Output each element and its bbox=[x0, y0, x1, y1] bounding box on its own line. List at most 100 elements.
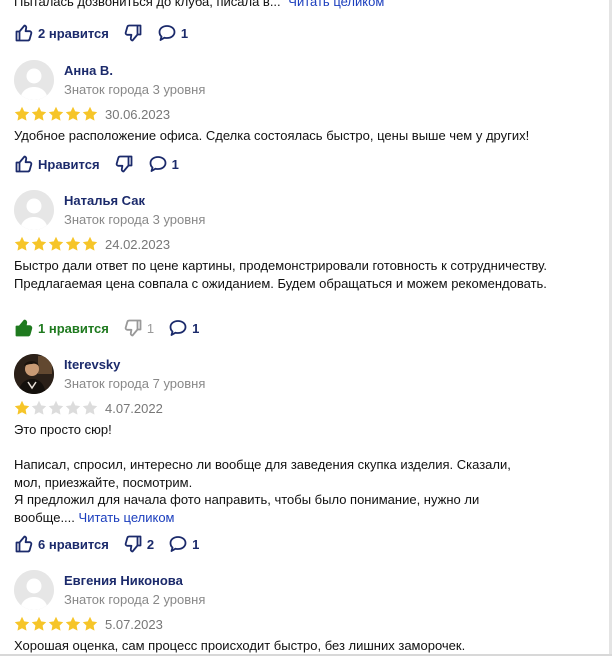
star-icon bbox=[48, 400, 64, 415]
like-count: 1 нравится bbox=[38, 320, 109, 336]
like-button[interactable]: 1 нравится bbox=[14, 318, 109, 338]
like-count: 2 нравится bbox=[38, 25, 109, 41]
thumb-up-icon bbox=[15, 535, 33, 553]
thumb-down-icon bbox=[124, 535, 142, 553]
review-date: 5.07.2023 bbox=[105, 617, 163, 632]
default-avatar-icon bbox=[14, 190, 54, 230]
review-text: Это просто сюр! Написал, спросил, интере… bbox=[14, 421, 524, 526]
review-text: Хорошая оценка, сам процесс происходит б… bbox=[14, 637, 554, 655]
review-actions: 6 нравится 2 1 bbox=[14, 533, 199, 555]
speech-bubble-icon bbox=[169, 320, 187, 336]
star-icon bbox=[65, 236, 81, 251]
author-level: Знаток города 2 уровня bbox=[64, 592, 206, 607]
star-icon bbox=[31, 616, 47, 631]
star-icon bbox=[31, 236, 47, 251]
paragraph-spacer bbox=[14, 439, 524, 457]
star-icon bbox=[65, 400, 81, 415]
star-icon bbox=[82, 400, 98, 415]
star-icon bbox=[48, 236, 64, 251]
rating-stars bbox=[14, 616, 99, 632]
review-text: Удобное расположение офиса. Сделка состо… bbox=[14, 127, 554, 145]
star-icon bbox=[14, 400, 30, 415]
speech-bubble-icon bbox=[149, 156, 166, 172]
comment-count: 1 bbox=[192, 320, 200, 336]
comment-button[interactable]: 1 bbox=[148, 154, 179, 174]
review-paragraph: Удобное расположение офиса. Сделка состо… bbox=[14, 128, 530, 143]
review-card: Анна В. Знаток города 3 уровня 30.06.202… bbox=[0, 60, 608, 185]
dislike-button[interactable]: 2 bbox=[123, 534, 154, 554]
star-icon bbox=[65, 106, 81, 121]
review-card: Iterevsky Знаток города 7 уровня 4.07.20… bbox=[0, 354, 608, 564]
comment-count: 1 bbox=[192, 536, 200, 552]
dislike-button[interactable] bbox=[123, 23, 143, 43]
read-more-link[interactable]: Читать целиком bbox=[79, 510, 175, 525]
review-paragraph: Хорошая оценка, сам процесс происходит б… bbox=[14, 638, 466, 653]
review-text: Быстро дали ответ по цене картины, проде… bbox=[14, 257, 554, 292]
rating-stars bbox=[14, 106, 99, 122]
review-text-truncated: Пыталась дозвониться до клуба, писала в.… bbox=[14, 0, 384, 11]
thumb-down-icon bbox=[115, 155, 132, 173]
like-button[interactable]: 2 нравится bbox=[14, 23, 109, 43]
star-icon bbox=[48, 616, 64, 631]
review-actions: Нравится 1 bbox=[14, 153, 179, 175]
review-date: 4.07.2022 bbox=[105, 401, 163, 416]
rating-stars bbox=[14, 400, 99, 416]
review-actions: 1 нравится 1 1 bbox=[14, 317, 199, 339]
star-icon bbox=[65, 616, 81, 631]
comment-button[interactable]: 1 bbox=[168, 318, 199, 338]
avatar[interactable] bbox=[14, 60, 54, 100]
star-icon bbox=[14, 616, 30, 631]
comment-button[interactable]: 1 bbox=[168, 534, 199, 554]
author-level: Знаток города 7 уровня bbox=[64, 376, 206, 391]
review-date: 24.02.2023 bbox=[105, 237, 171, 252]
thumb-up-icon bbox=[15, 319, 33, 337]
speech-bubble-icon bbox=[169, 536, 187, 552]
dislike-count: 2 bbox=[146, 536, 155, 552]
thumb-up-icon bbox=[15, 24, 33, 42]
star-icon bbox=[82, 616, 98, 631]
avatar[interactable] bbox=[14, 190, 54, 230]
star-icon bbox=[31, 106, 47, 121]
thumb-down-icon bbox=[124, 319, 142, 337]
star-icon bbox=[48, 106, 64, 121]
user-photo-icon bbox=[14, 354, 54, 394]
like-count: 6 нравится bbox=[38, 536, 109, 552]
default-avatar-icon bbox=[14, 570, 54, 610]
author-name[interactable]: Анна В. bbox=[64, 63, 113, 78]
review-date: 30.06.2023 bbox=[105, 107, 171, 122]
star-icon bbox=[82, 106, 98, 121]
dislike-button[interactable]: 1 bbox=[123, 318, 154, 338]
default-avatar-icon bbox=[14, 60, 54, 100]
star-icon bbox=[14, 236, 30, 251]
thumb-up-icon bbox=[15, 155, 33, 173]
like-label: Нравится bbox=[38, 156, 100, 172]
review-paragraph: Написал, спросил, интересно ли вообще дл… bbox=[14, 457, 511, 490]
star-icon bbox=[82, 236, 98, 251]
star-icon bbox=[31, 400, 47, 415]
speech-bubble-icon bbox=[158, 25, 176, 41]
dislike-button[interactable] bbox=[114, 154, 134, 174]
review-card: Наталья Сак Знаток города 3 уровня 24.02… bbox=[0, 190, 608, 350]
author-name[interactable]: Евгения Никонова bbox=[64, 573, 183, 588]
review-paragraph: Это просто сюр! bbox=[14, 422, 112, 437]
author-level: Знаток города 3 уровня bbox=[64, 82, 206, 97]
author-name[interactable]: Наталья Сак bbox=[64, 193, 145, 208]
review-paragraph: Быстро дали ответ по цене картины, проде… bbox=[14, 258, 547, 291]
review-card: Евгения Никонова Знаток города 2 уровня … bbox=[0, 570, 608, 656]
like-button[interactable]: 6 нравится bbox=[14, 534, 109, 554]
review-actions: 2 нравится 1 bbox=[14, 22, 188, 44]
author-name[interactable]: Iterevsky bbox=[64, 357, 120, 372]
avatar[interactable] bbox=[14, 354, 54, 394]
author-level: Знаток города 3 уровня bbox=[64, 212, 206, 227]
thumb-down-icon bbox=[124, 24, 142, 42]
avatar[interactable] bbox=[14, 570, 54, 610]
star-icon bbox=[14, 106, 30, 121]
rating-stars bbox=[14, 236, 99, 252]
comment-button[interactable]: 1 bbox=[157, 23, 188, 43]
comment-count: 1 bbox=[171, 156, 179, 172]
review-text: Пыталась дозвониться до клуба, писала в.… bbox=[14, 0, 281, 9]
like-button[interactable]: Нравится bbox=[14, 154, 100, 174]
read-more-link[interactable]: Читать целиком bbox=[288, 0, 384, 9]
comment-count: 1 bbox=[180, 25, 189, 41]
dislike-count: 1 bbox=[146, 320, 155, 336]
